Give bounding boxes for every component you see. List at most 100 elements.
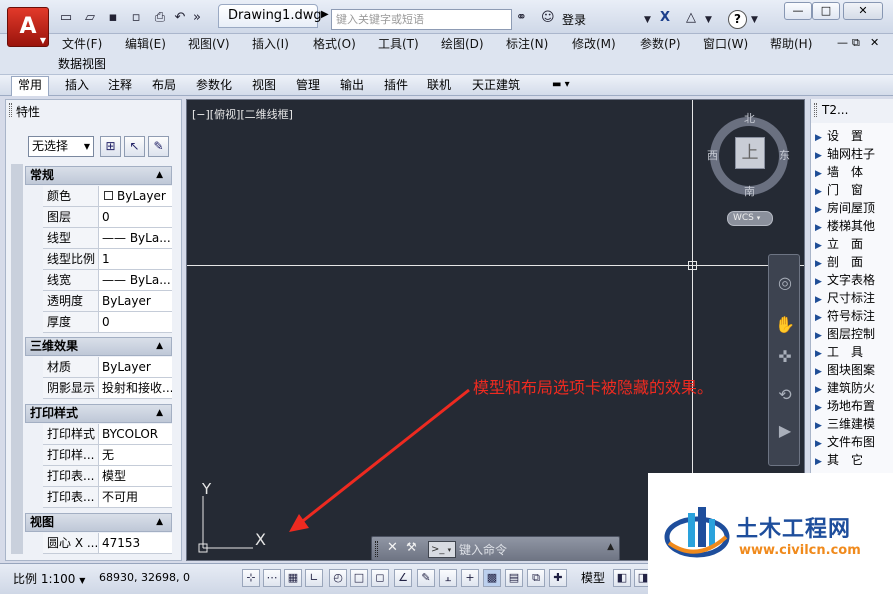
quick-properties-icon[interactable]: ▤	[505, 569, 523, 587]
menu-dimension[interactable]: 标注(N)	[506, 36, 548, 52]
transparency-icon[interactable]: ▩	[483, 569, 501, 587]
menu-view[interactable]: 视图(V)	[188, 36, 230, 52]
menu-edit[interactable]: 编辑(E)	[125, 36, 166, 52]
snap-mode-icon[interactable]: ⋯	[263, 569, 281, 587]
tab-home[interactable]: 常用	[11, 76, 50, 96]
palette-item-file-layout[interactable]: ▶ 文件布图	[815, 433, 893, 451]
section-plot-style[interactable]: 打印样式 ▲	[25, 404, 172, 423]
quick-view-layouts-icon[interactable]: ◧	[613, 569, 631, 587]
tab-plugins[interactable]: 插件	[378, 77, 414, 93]
property-row[interactable]: 线型 —— ByLa...	[43, 228, 172, 249]
property-row[interactable]: 透明度 ByLayer	[43, 291, 172, 312]
maximize-button[interactable]: □	[812, 2, 840, 20]
dropdown-icon-2[interactable]: ▼	[705, 12, 712, 28]
lineweight-icon[interactable]: +	[461, 569, 479, 587]
palette-item-tools[interactable]: ▶ 工 具	[815, 343, 893, 361]
close-icon[interactable]: ✕	[387, 540, 398, 555]
property-row[interactable]: 颜色 ByLayer	[43, 186, 172, 207]
exchange-icon[interactable]: X	[660, 10, 670, 26]
application-menu-button[interactable]: A ▼	[7, 7, 49, 47]
property-row[interactable]: 打印样... 无	[43, 445, 172, 466]
dynamic-ucs-icon[interactable]: ✎	[417, 569, 435, 587]
help-dropdown-icon[interactable]: ▼	[751, 12, 758, 28]
menu-modify[interactable]: 修改(M)	[572, 36, 616, 52]
command-grip-handle[interactable]	[375, 541, 378, 557]
palette-item-symbols[interactable]: ▶ 符号标注	[815, 307, 893, 325]
palette-item-settings[interactable]: ▶ 设 置	[815, 127, 893, 145]
tab-arrow-icon[interactable]: ▶	[321, 9, 329, 20]
selection-dropdown[interactable]: 无选择 ▼	[28, 136, 94, 157]
search-input[interactable]	[331, 9, 512, 30]
property-row[interactable]: 圆心 X ... 47153	[43, 533, 172, 554]
tab-manage[interactable]: 管理	[290, 77, 326, 93]
autodesk-a360-icon[interactable]: △	[686, 10, 696, 26]
selection-cycling-icon[interactable]: ⧉	[527, 569, 545, 587]
menu-draw[interactable]: 绘图(D)	[441, 36, 484, 52]
print-icon[interactable]: ⎙	[152, 10, 168, 26]
login-link[interactable]: 登录	[562, 11, 586, 28]
palette-item-axis-grid[interactable]: ▶ 轴网柱子	[815, 145, 893, 163]
section-3d-effects[interactable]: 三维效果 ▲	[25, 337, 172, 356]
quick-select-button[interactable]: ✎	[148, 136, 169, 157]
document-tab[interactable]: Drawing1.dwg	[218, 4, 322, 28]
palette-item-blocks-patterns[interactable]: ▶ 图块图案	[815, 361, 893, 379]
property-row[interactable]: 打印表... 不可用	[43, 487, 172, 508]
property-row[interactable]: 材质 ByLayer	[43, 357, 172, 378]
menu-insert[interactable]: 插入(I)	[252, 36, 289, 52]
palette-item-stairs[interactable]: ▶ 楼梯其他	[815, 217, 893, 235]
property-row[interactable]: 打印样式 BYCOLOR	[43, 424, 172, 445]
ribbon-toggle-icon[interactable]: ▬ ▾	[546, 77, 576, 93]
toggle-pickadd-button[interactable]: ⊞	[100, 136, 121, 157]
menu-help[interactable]: 帮助(H)	[770, 36, 812, 52]
menu-data-view[interactable]: 数据视图	[58, 55, 106, 72]
more-quick-access-icon[interactable]: »	[189, 10, 205, 26]
properties-scrollbar[interactable]	[11, 164, 23, 554]
palette-item-rooms-roofs[interactable]: ▶ 房间屋顶	[815, 199, 893, 217]
command-history-icon[interactable]: ▲	[607, 542, 614, 552]
object-snap-tracking-icon[interactable]: ∠	[394, 569, 412, 587]
dynamic-input-icon[interactable]: ⫠	[439, 569, 457, 587]
wrench-icon[interactable]: ⚒	[406, 540, 417, 554]
property-row[interactable]: 厚度 0	[43, 312, 172, 333]
3d-object-snap-icon[interactable]: ◻	[371, 569, 389, 587]
palette-item-section[interactable]: ▶ 剖 面	[815, 253, 893, 271]
tab-tangent-arch[interactable]: 天正建筑	[466, 77, 526, 93]
property-row[interactable]: 图层 0	[43, 207, 172, 228]
binoculars-icon[interactable]: ⚭	[516, 10, 527, 26]
infer-constraints-icon[interactable]: ⊹	[242, 569, 260, 587]
open-file-icon[interactable]: ▱	[82, 10, 98, 26]
mdi-minimize-button[interactable]: —	[837, 36, 848, 49]
undo-icon[interactable]: ↶	[172, 10, 188, 26]
mdi-close-button[interactable]: ✕	[870, 36, 879, 49]
grid-display-icon[interactable]: ▦	[284, 569, 302, 587]
palette-item-layer-control[interactable]: ▶ 图层控制	[815, 325, 893, 343]
palette-item-text-tables[interactable]: ▶ 文字表格	[815, 271, 893, 289]
menu-window[interactable]: 窗口(W)	[703, 36, 748, 52]
object-snap-icon[interactable]: □	[350, 569, 368, 587]
minimize-button[interactable]: —	[784, 2, 812, 20]
menu-file[interactable]: 文件(F)	[62, 36, 102, 52]
property-row[interactable]: 线宽 —— ByLa...	[43, 270, 172, 291]
menu-parametric[interactable]: 参数(P)	[640, 36, 681, 52]
new-file-icon[interactable]: ▭	[58, 10, 74, 26]
tab-insert[interactable]: 插入	[59, 77, 95, 93]
palette-grip-handle[interactable]	[814, 103, 817, 117]
help-button[interactable]: ?	[728, 10, 747, 29]
palette-item-3d-modeling[interactable]: ▶ 三维建模	[815, 415, 893, 433]
mdi-restore-button[interactable]: ⧉	[852, 36, 860, 50]
menu-tools[interactable]: 工具(T)	[378, 36, 419, 52]
palette-item-dimensions[interactable]: ▶ 尺寸标注	[815, 289, 893, 307]
tab-parametric[interactable]: 参数化	[190, 77, 238, 93]
property-row[interactable]: 打印表... 模型	[43, 466, 172, 487]
palette-item-doors-windows[interactable]: ▶ 门 窗	[815, 181, 893, 199]
dropdown-icon[interactable]: ▼	[644, 12, 651, 28]
user-icon[interactable]: ☺	[541, 10, 555, 26]
polar-tracking-icon[interactable]: ◴	[329, 569, 347, 587]
annotation-monitor-icon[interactable]: ✚	[549, 569, 567, 587]
section-view[interactable]: 视图 ▲	[25, 513, 172, 532]
tab-layout[interactable]: 布局	[146, 77, 182, 93]
coordinates-readout[interactable]: 68930, 32698, 0	[99, 571, 190, 584]
tab-annotate[interactable]: 注释	[102, 77, 138, 93]
property-row[interactable]: 阴影显示 投射和接收...	[43, 378, 172, 399]
select-objects-button[interactable]: ↖	[124, 136, 145, 157]
